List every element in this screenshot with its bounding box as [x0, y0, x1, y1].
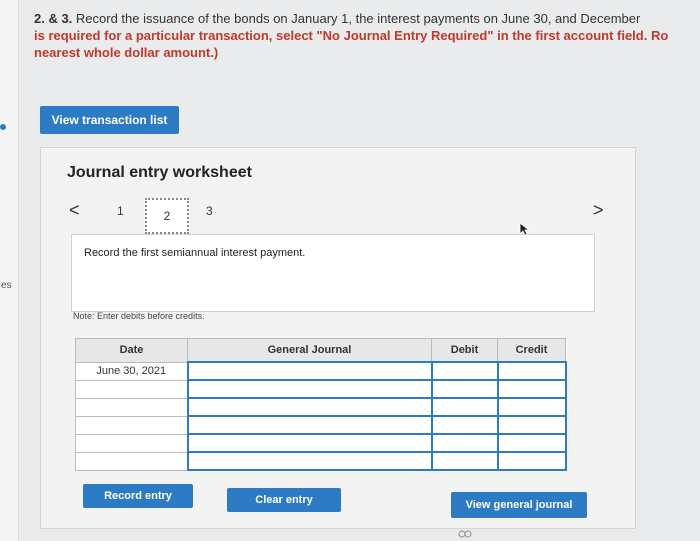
prev-page-chevron-icon[interactable]: <	[69, 200, 80, 221]
account-input[interactable]	[186, 379, 433, 399]
table-row	[75, 415, 567, 435]
debit-input[interactable]	[430, 361, 499, 381]
credit-column-header: Credit	[497, 338, 566, 363]
credit-input[interactable]	[496, 415, 567, 435]
record-entry-button[interactable]: Record entry	[83, 484, 193, 508]
worksheet-page-3[interactable]: 3	[206, 204, 213, 218]
part-label: 2. & 3.	[34, 11, 73, 26]
date-cell[interactable]	[75, 433, 188, 453]
date-cell[interactable]	[75, 379, 188, 399]
view-general-journal-button[interactable]: View general journal	[451, 492, 587, 518]
date-cell[interactable]	[75, 397, 188, 417]
credit-input[interactable]	[496, 451, 567, 471]
general-journal-column-header: General Journal	[187, 338, 432, 363]
left-margin	[0, 0, 19, 541]
journal-entry-worksheet-panel: Journal entry worksheet < 1 2 3 > Record…	[40, 147, 636, 529]
transaction-instruction: Record the first semiannual interest pay…	[84, 247, 306, 259]
account-input[interactable]	[186, 451, 433, 471]
debit-input[interactable]	[430, 433, 499, 453]
debit-input[interactable]	[430, 451, 499, 471]
question-indicator-dot	[0, 124, 6, 130]
entry-note: Note: Enter debits before credits.	[73, 311, 205, 321]
debit-input[interactable]	[430, 415, 499, 435]
account-input[interactable]	[186, 397, 433, 417]
instructions-line-2: is required for a particular transaction…	[34, 28, 669, 43]
link-icon[interactable]	[458, 530, 472, 538]
next-page-chevron-icon[interactable]: >	[593, 200, 604, 221]
credit-input[interactable]	[496, 361, 567, 381]
table-row	[75, 397, 567, 417]
debit-column-header: Debit	[431, 338, 498, 363]
account-input[interactable]	[186, 361, 433, 381]
account-input[interactable]	[186, 433, 433, 453]
table-row	[75, 379, 567, 399]
table-row	[75, 433, 567, 453]
view-transaction-list-button[interactable]: View transaction list	[40, 106, 179, 134]
instructions-line-1: Record the issuance of the bonds on Janu…	[72, 11, 641, 26]
clear-entry-button[interactable]: Clear entry	[227, 488, 341, 512]
date-column-header: Date	[75, 338, 188, 363]
table-row	[75, 451, 567, 471]
worksheet-title: Journal entry worksheet	[67, 164, 252, 181]
date-cell[interactable]	[75, 451, 188, 471]
credit-input[interactable]	[496, 379, 567, 399]
date-cell[interactable]	[75, 415, 188, 435]
question-instructions: 2. & 3. Record the issuance of the bonds…	[34, 10, 700, 61]
worksheet-page-1[interactable]: 1	[117, 204, 124, 218]
journal-header-row: Date General Journal Debit Credit	[75, 338, 566, 363]
transaction-instruction-box: Record the first semiannual interest pay…	[71, 234, 595, 312]
debit-input[interactable]	[430, 379, 499, 399]
worksheet-page-2[interactable]: 2	[145, 198, 189, 234]
table-row: June 30, 2021	[75, 361, 567, 381]
instructions-line-3: nearest whole dollar amount.)	[34, 45, 219, 60]
credit-input[interactable]	[496, 433, 567, 453]
journal-table: Date General Journal Debit Credit June 3…	[75, 338, 567, 471]
credit-input[interactable]	[496, 397, 567, 417]
account-input[interactable]	[186, 415, 433, 435]
margin-label: es	[1, 280, 12, 291]
date-cell[interactable]: June 30, 2021	[75, 361, 188, 381]
debit-input[interactable]	[430, 397, 499, 417]
